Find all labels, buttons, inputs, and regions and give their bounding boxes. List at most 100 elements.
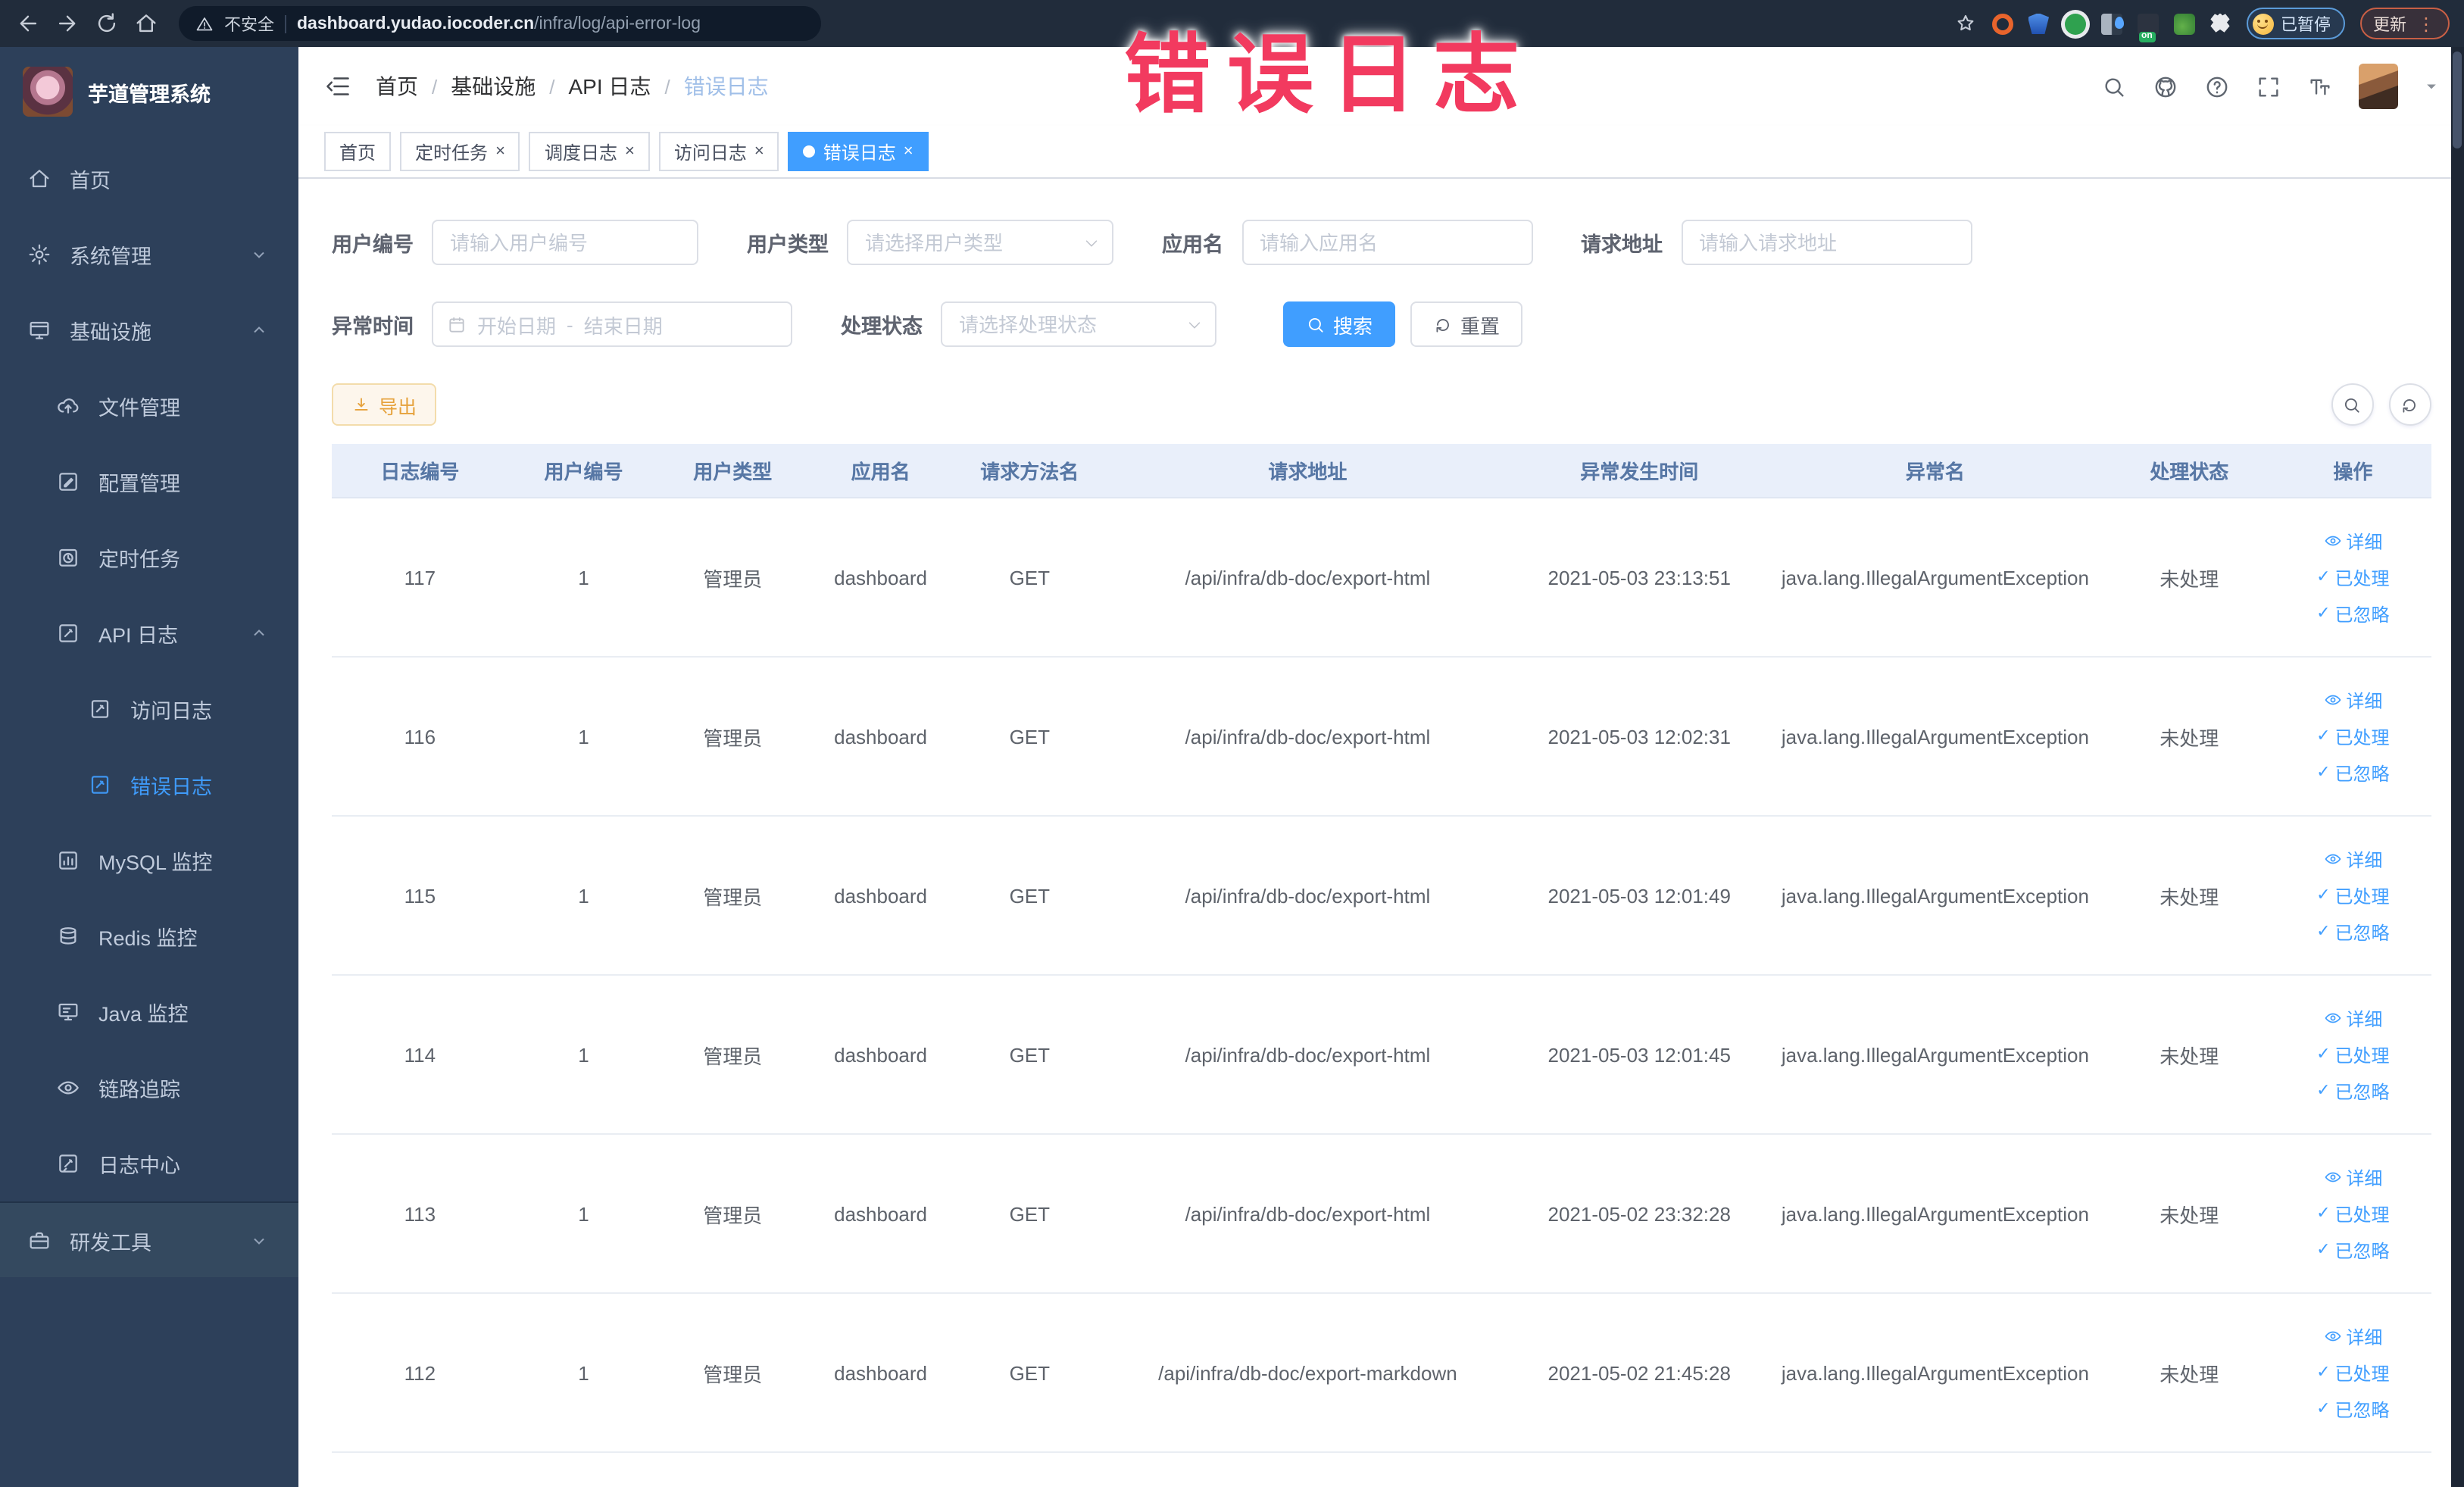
- mark-processed-link[interactable]: ✓ 已处理: [2316, 883, 2389, 908]
- user-type-select-input[interactable]: [847, 220, 1113, 265]
- cell-exception-name: java.lang.IllegalArgumentException: [1781, 884, 2089, 907]
- bookmark-star-icon[interactable]: [1953, 12, 1976, 35]
- search-icon: [1306, 314, 1326, 334]
- mark-processed-link[interactable]: ✓ 已处理: [2316, 1042, 2389, 1067]
- address-bar[interactable]: 不安全 dashboard.yudao.iocoder.cn/infra/log…: [179, 6, 821, 41]
- detail-link[interactable]: 详细: [2323, 687, 2382, 713]
- refresh-table-button[interactable]: [2388, 383, 2431, 426]
- detail-link[interactable]: 详细: [2323, 846, 2382, 872]
- sidebar-item-14[interactable]: 研发工具: [0, 1201, 298, 1277]
- process-status-select[interactable]: [941, 301, 1216, 347]
- kebab-menu-icon[interactable]: ⋮: [2417, 14, 2435, 33]
- close-icon[interactable]: ×: [754, 142, 764, 160]
- reload-icon[interactable]: [94, 11, 120, 36]
- check-icon: ✓: [2316, 1240, 2331, 1258]
- export-button[interactable]: 导出: [332, 383, 437, 426]
- table-toolbar: 导出: [332, 383, 2431, 426]
- user-avatar[interactable]: [2358, 64, 2397, 109]
- scrollbar-thumb[interactable]: [2453, 52, 2462, 148]
- help-icon[interactable]: [2203, 73, 2229, 99]
- view-tab-4[interactable]: 错误日志 ×: [788, 132, 929, 171]
- breadcrumb-item[interactable]: 首页: [376, 71, 418, 102]
- view-tab-1[interactable]: 定时任务 ×: [400, 132, 520, 171]
- sidebar-logo-row[interactable]: 芋道管理系统: [0, 47, 298, 132]
- column-header: 日志编号: [380, 461, 460, 483]
- sidebar-item-1[interactable]: 系统管理: [0, 217, 298, 292]
- date-range-picker[interactable]: 开始日期 - 结束日期: [432, 301, 792, 347]
- detail-link[interactable]: 详细: [2323, 1323, 2382, 1349]
- sidebar-item-12[interactable]: 链路追踪: [0, 1050, 298, 1126]
- search-icon[interactable]: [2100, 73, 2126, 99]
- search-button[interactable]: 搜索: [1283, 301, 1396, 347]
- mark-processed-link[interactable]: ✓ 已处理: [2316, 1201, 2389, 1226]
- close-icon[interactable]: ×: [495, 142, 505, 160]
- hamburger-icon[interactable]: [324, 73, 351, 100]
- toggle-search-button[interactable]: [2331, 383, 2373, 426]
- sidebar-item-11[interactable]: Java 监控: [0, 974, 298, 1050]
- mark-processed-link[interactable]: ✓ 已处理: [2316, 564, 2389, 590]
- sidebar-item-6[interactable]: API 日志: [0, 595, 298, 671]
- mark-processed-link[interactable]: ✓ 已处理: [2316, 723, 2389, 749]
- start-date-placeholder[interactable]: 开始日期: [477, 310, 556, 339]
- orange-ring-extension-icon[interactable]: [1991, 13, 2013, 34]
- mark-ignored-link[interactable]: ✓ 已忽略: [2316, 760, 2389, 786]
- close-icon[interactable]: ×: [904, 142, 913, 160]
- sidebar-item-3[interactable]: 文件管理: [0, 368, 298, 444]
- white-puzzle-extension-icon[interactable]: [2210, 13, 2230, 33]
- breadcrumb-item[interactable]: API 日志: [569, 71, 651, 102]
- view-tab-3[interactable]: 访问日志 ×: [658, 132, 779, 171]
- home-icon[interactable]: [133, 11, 159, 36]
- mark-ignored-link[interactable]: ✓ 已忽略: [2316, 919, 2389, 945]
- request-url-input[interactable]: [1681, 220, 1972, 265]
- on-badge-extension-icon[interactable]: [2137, 13, 2158, 42]
- cell-exception-time: 2021-05-03 12:01:45: [1547, 1043, 1731, 1066]
- sidebar-item-5[interactable]: 定时任务: [0, 520, 298, 595]
- sidebar-item-10[interactable]: Redis 监控: [0, 898, 298, 974]
- calendar-icon: [447, 314, 467, 334]
- detail-link[interactable]: 详细: [2323, 1005, 2382, 1031]
- mark-ignored-link[interactable]: ✓ 已忽略: [2316, 601, 2389, 626]
- grid-blue-extension-icon[interactable]: [2100, 13, 2123, 34]
- detail-link[interactable]: 详细: [2323, 1164, 2382, 1190]
- user-id-input[interactable]: [432, 220, 698, 265]
- reset-button[interactable]: 重置: [1410, 301, 1523, 347]
- close-icon[interactable]: ×: [625, 142, 635, 160]
- sidebar-item-9[interactable]: MySQL 监控: [0, 823, 298, 898]
- forward-arrow-icon[interactable]: [55, 11, 80, 36]
- page-scrollbar[interactable]: [2450, 47, 2464, 1487]
- app-name-label: 应用名: [1162, 233, 1223, 256]
- user-type-select[interactable]: [847, 220, 1113, 265]
- mark-ignored-link[interactable]: ✓ 已忽略: [2316, 1237, 2389, 1263]
- caret-down-icon[interactable]: [2423, 79, 2438, 94]
- mark-ignored-link[interactable]: ✓ 已忽略: [2316, 1078, 2389, 1104]
- mark-ignored-link[interactable]: ✓ 已忽略: [2316, 1396, 2389, 1422]
- security-label[interactable]: 不安全: [224, 11, 274, 36]
- paused-badge[interactable]: 已暂停: [2246, 8, 2344, 39]
- url-text[interactable]: dashboard.yudao.iocoder.cn/infra/log/api…: [297, 14, 701, 33]
- update-button[interactable]: 更新 ⋮: [2359, 8, 2449, 39]
- mysql-monitor-icon: [56, 848, 80, 873]
- process-status-select-input[interactable]: [941, 301, 1216, 347]
- sidebar-item-4[interactable]: 配置管理: [0, 444, 298, 520]
- end-date-placeholder[interactable]: 结束日期: [584, 310, 663, 339]
- sidebar-item-2[interactable]: 基础设施: [0, 292, 298, 368]
- sidebar-item-13[interactable]: 日志中心: [0, 1126, 298, 1201]
- github-icon[interactable]: [2152, 73, 2178, 99]
- back-arrow-icon[interactable]: [15, 11, 41, 36]
- breadcrumb-item[interactable]: 基础设施: [451, 71, 536, 102]
- mark-processed-link[interactable]: ✓ 已处理: [2316, 1360, 2389, 1385]
- green-circle-extension-icon[interactable]: [2064, 13, 2085, 34]
- address-divider: [285, 14, 286, 33]
- view-tab-0[interactable]: 首页 ×: [324, 132, 392, 171]
- fullscreen-icon[interactable]: [2255, 73, 2281, 99]
- sidebar-item-7[interactable]: 访问日志: [0, 671, 298, 747]
- app-name-input[interactable]: [1241, 220, 1532, 265]
- column-header: 操作: [2333, 461, 2373, 483]
- detail-link[interactable]: 详细: [2323, 528, 2382, 554]
- green-leaf-extension-icon[interactable]: [2173, 13, 2194, 34]
- blue-shield-extension-icon[interactable]: [2028, 13, 2049, 34]
- sidebar-item-8[interactable]: 错误日志: [0, 747, 298, 823]
- sidebar-item-0[interactable]: 首页: [0, 141, 298, 217]
- view-tab-2[interactable]: 调度日志 ×: [529, 132, 650, 171]
- font-size-icon[interactable]: [2306, 73, 2332, 99]
